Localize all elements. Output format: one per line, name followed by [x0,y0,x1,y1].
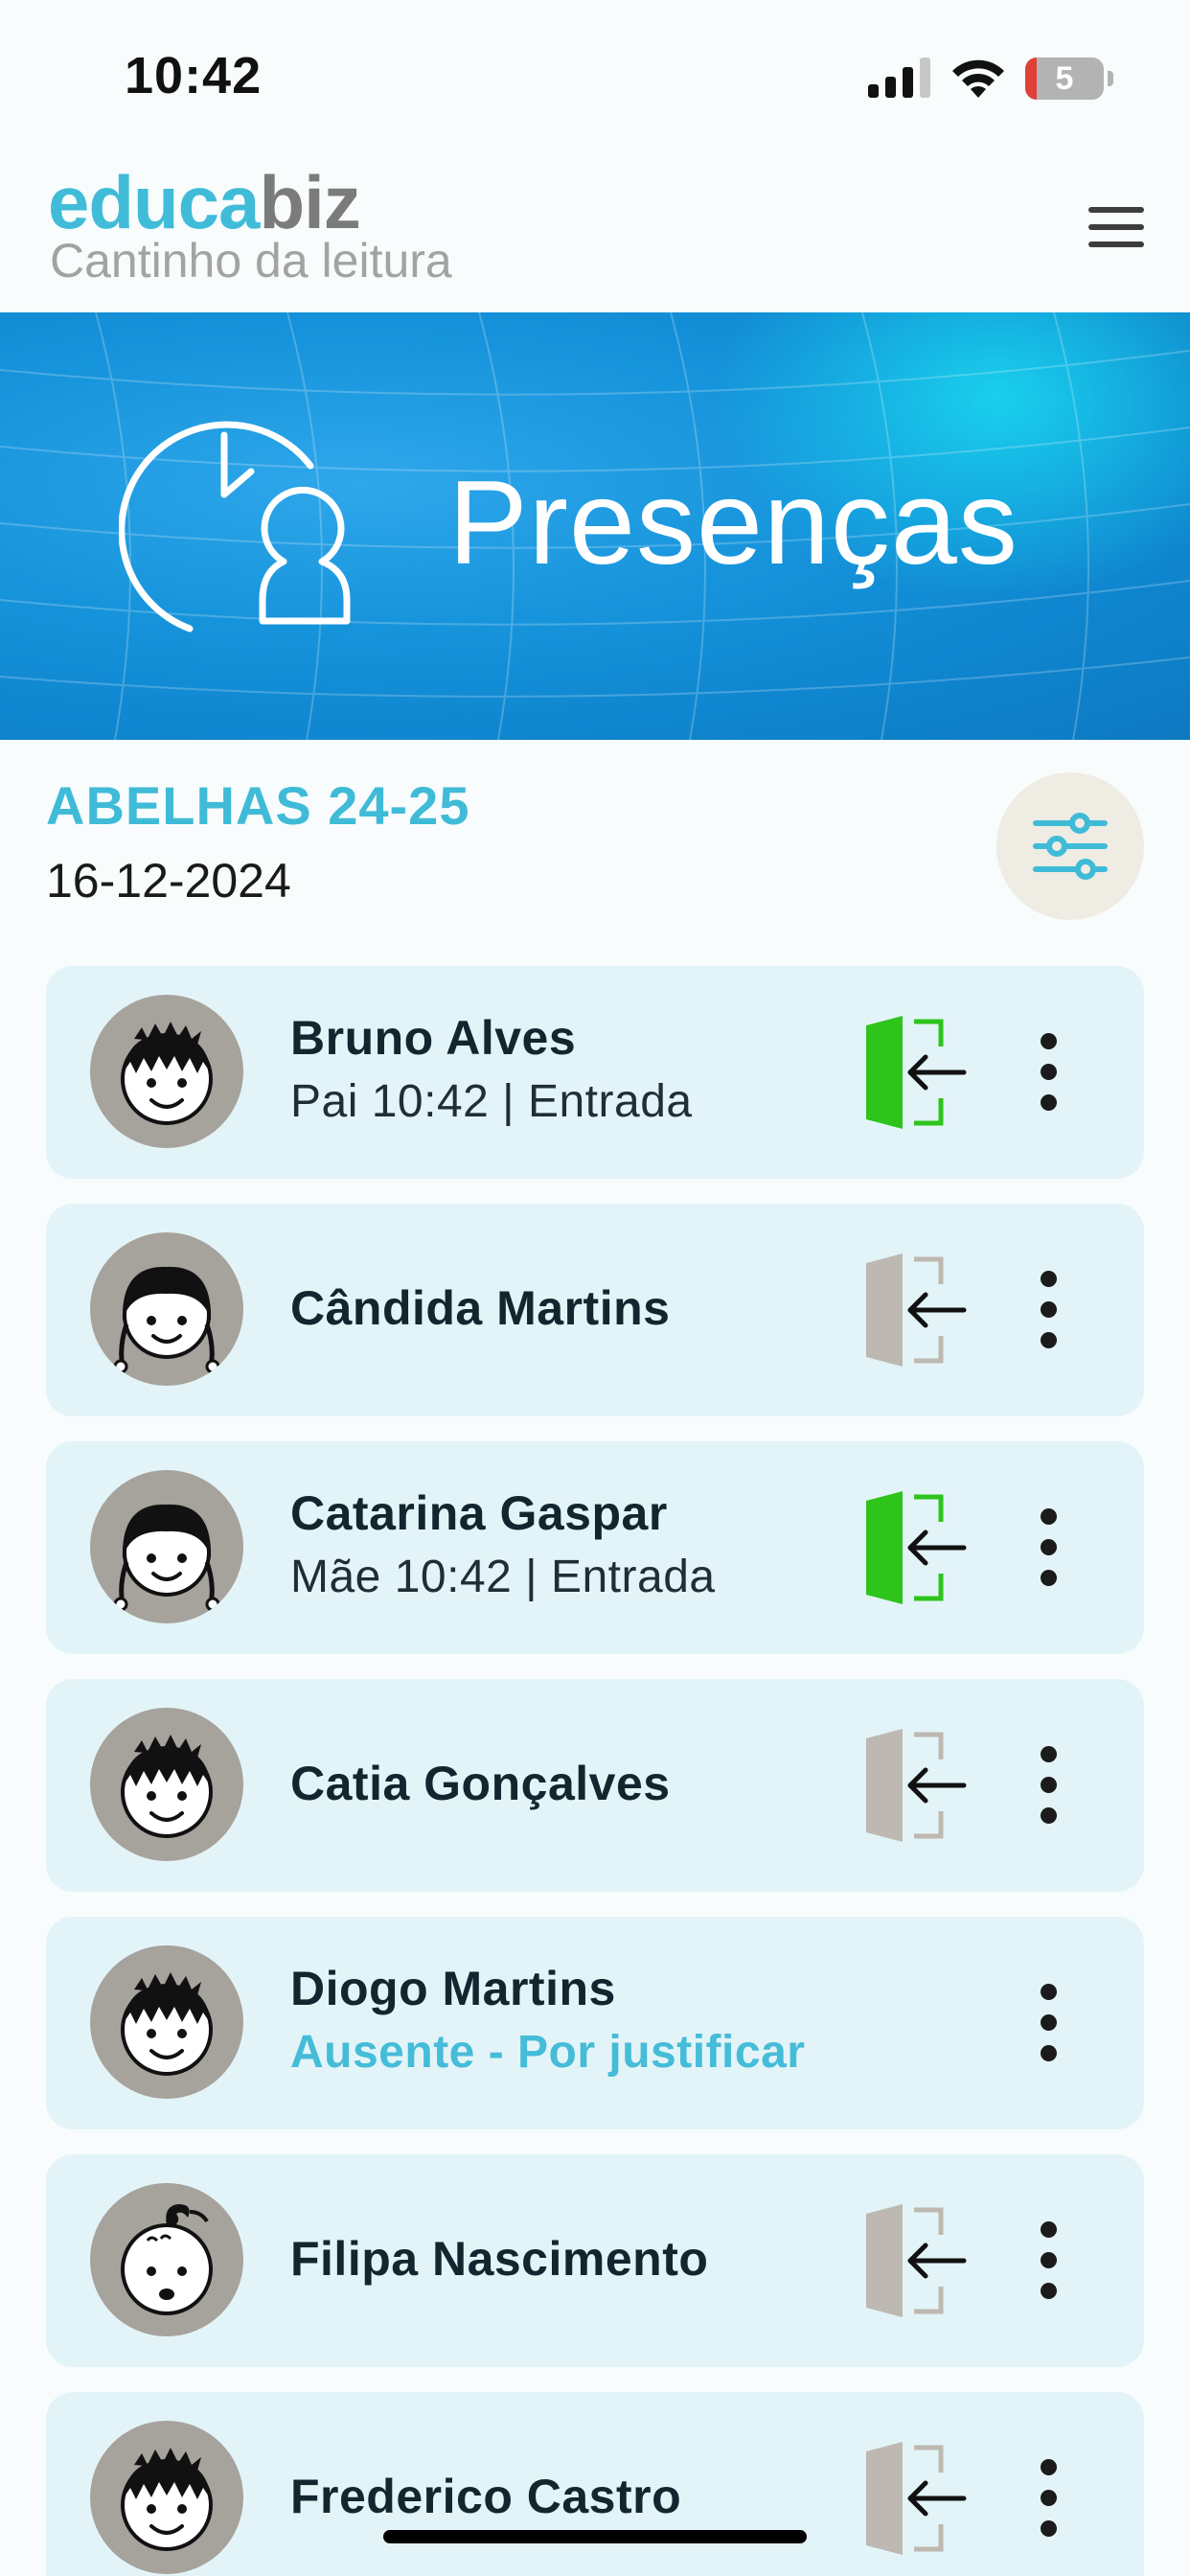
student-avatar [90,1945,243,2099]
battery-icon: 5 [1025,58,1113,100]
cellular-signal-icon [868,58,930,98]
check-in-door-icon[interactable] [862,2440,968,2557]
filter-button[interactable] [996,772,1144,920]
banner-title: Presenças [448,457,1018,589]
student-name: Cândida Martins [290,1281,671,1335]
girl-avatar-icon [113,1504,220,1612]
more-options-icon[interactable] [1035,1984,1064,2062]
student-row[interactable]: Diogo Martins Ausente - Por justificar [46,1917,1144,2129]
boy-avatar-icon [121,2448,213,2551]
app-header: educabiz Cantinho da leitura [0,144,1190,312]
baby-avatar-icon [121,2204,213,2315]
checkin-info: Mãe 10:42 | Entrada [290,1552,716,1602]
more-options-icon[interactable] [1035,1271,1064,1349]
class-name: ABELHAS 24-25 [46,775,470,836]
attendance-banner: Presenças [0,312,1190,740]
student-name: Bruno Alves [290,1011,577,1065]
check-in-door-icon[interactable] [862,1727,968,1844]
checkin-info: Pai 10:42 | Entrada [290,1076,693,1127]
student-row[interactable]: Cândida Martins [46,1204,1144,1416]
student-row[interactable]: Catia Gonçalves [46,1679,1144,1892]
student-name: Filipa Nascimento [290,2232,709,2286]
student-name: Diogo Martins [290,1962,616,2015]
battery-level: 5 [1055,60,1074,97]
wifi-icon [952,59,1004,98]
boy-avatar-icon [121,1735,213,1838]
student-name: Catia Gonçalves [290,1757,671,1810]
student-row[interactable]: Filipa Nascimento [46,2154,1144,2367]
clock-person-icon [119,421,351,632]
student-avatar [90,995,243,1148]
status-time: 10:42 [125,47,263,104]
more-options-icon[interactable] [1035,2459,1064,2538]
more-options-icon[interactable] [1035,1746,1064,1825]
student-list: Bruno Alves Pai 10:42 | Entrada Cândida M… [46,966,1144,2576]
home-indicator [383,2530,807,2543]
student-avatar [90,1708,243,1861]
student-name: Frederico Castro [290,2470,682,2523]
absence-status: Ausente - Por justificar [290,2027,806,2078]
student-avatar [90,2183,243,2336]
student-row[interactable]: Bruno Alves Pai 10:42 | Entrada [46,966,1144,1179]
student-avatar [90,1232,243,1386]
student-avatar [90,2421,243,2574]
more-options-icon[interactable] [1035,2221,1064,2300]
sliders-icon [1033,813,1108,880]
boy-avatar-icon [121,1022,213,1125]
check-in-door-icon[interactable] [862,1252,968,1368]
student-avatar [90,1470,243,1623]
check-in-door-icon[interactable] [862,1489,968,1606]
more-options-icon[interactable] [1035,1508,1064,1587]
hamburger-menu-button[interactable] [1083,203,1150,251]
check-in-door-icon[interactable] [862,1014,968,1131]
check-in-door-icon[interactable] [862,2202,968,2319]
boy-avatar-icon [121,1972,213,2076]
status-bar: 10:42 5 [0,0,1190,144]
girl-avatar-icon [113,1266,220,1374]
school-name: Cantinho da leitura [50,234,452,288]
more-options-icon[interactable] [1035,1033,1064,1112]
student-name: Catarina Gaspar [290,1486,668,1540]
student-row[interactable]: Catarina Gaspar Mãe 10:42 | Entrada [46,1441,1144,1654]
attendance-date: 16-12-2024 [46,854,291,908]
student-row[interactable]: Frederico Castro [46,2392,1144,2576]
